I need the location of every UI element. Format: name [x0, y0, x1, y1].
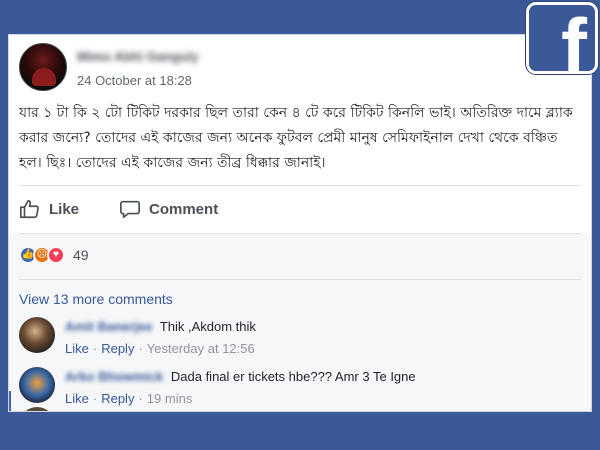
comment-reply-link[interactable]: Reply [101, 391, 134, 406]
comment-button[interactable]: Comment [119, 198, 218, 220]
thumbs-up-icon [20, 199, 39, 219]
post-text: যার ১ টা কি ২ টো টিকিট দরকার ছিল তারা কে… [19, 105, 573, 171]
comment-line: Arko Bhowmick Dada final er tickets hbe?… [65, 369, 416, 384]
commenter-name[interactable]: Amit Banerjee [65, 319, 152, 334]
divider [19, 185, 581, 186]
comment-line: Amit Banerjee Thik ,Akdom thik [65, 319, 256, 334]
separator-dot: · [92, 341, 98, 356]
like-label: Like [49, 200, 80, 218]
divider [19, 279, 581, 280]
separator-dot: · [138, 391, 143, 406]
author-name[interactable]: Mimo Abhi Ganguly [77, 49, 247, 64]
author-avatar[interactable] [19, 43, 67, 91]
comment-bubble-icon [120, 200, 141, 219]
comment-label: Comment [149, 200, 219, 218]
commenter-avatar[interactable] [19, 317, 55, 353]
facebook-f-glyph: f [561, 2, 587, 74]
facebook-logo: f [526, 2, 598, 74]
bottom-band [0, 412, 600, 450]
comment-text: Dada final er tickets hbe??? Amr 3 Te Ig… [170, 369, 416, 384]
comment-like-link[interactable]: Like [65, 391, 89, 406]
separator-dot: · [92, 391, 98, 406]
view-more-comments-link[interactable]: View 13 more comments [19, 291, 173, 307]
comment-like-link[interactable]: Like [65, 341, 89, 356]
separator-dot: · [138, 341, 143, 356]
reaction-summary[interactable]: 👍 ☹ ♥ 49 [19, 243, 89, 267]
post-card: Mimo Abhi Ganguly 24 October at 18:28 যা… [8, 34, 592, 412]
comment-meta: Like · Reply · 19 mins [65, 391, 192, 406]
comment-meta: Like · Reply · Yesterday at 12:56 [65, 341, 255, 356]
post-timestamp[interactable]: 24 October at 18:28 [77, 73, 192, 88]
like-button[interactable]: Like [19, 198, 79, 220]
comment-timestamp[interactable]: 19 mins [147, 391, 193, 406]
divider [19, 233, 581, 234]
comment-highlight-bar [9, 391, 11, 411]
top-band [0, 0, 600, 34]
commenter-avatar[interactable] [19, 367, 55, 403]
post-actions: Like Comment [19, 193, 258, 225]
reaction-count: 49 [73, 247, 89, 263]
love-reaction-icon: ♥ [47, 246, 65, 264]
commenter-name[interactable]: Arko Bhowmick [65, 369, 163, 384]
comment-reply-link[interactable]: Reply [101, 341, 134, 356]
comment-timestamp[interactable]: Yesterday at 12:56 [147, 341, 255, 356]
comment-text: Thik ,Akdom thik [159, 319, 256, 334]
